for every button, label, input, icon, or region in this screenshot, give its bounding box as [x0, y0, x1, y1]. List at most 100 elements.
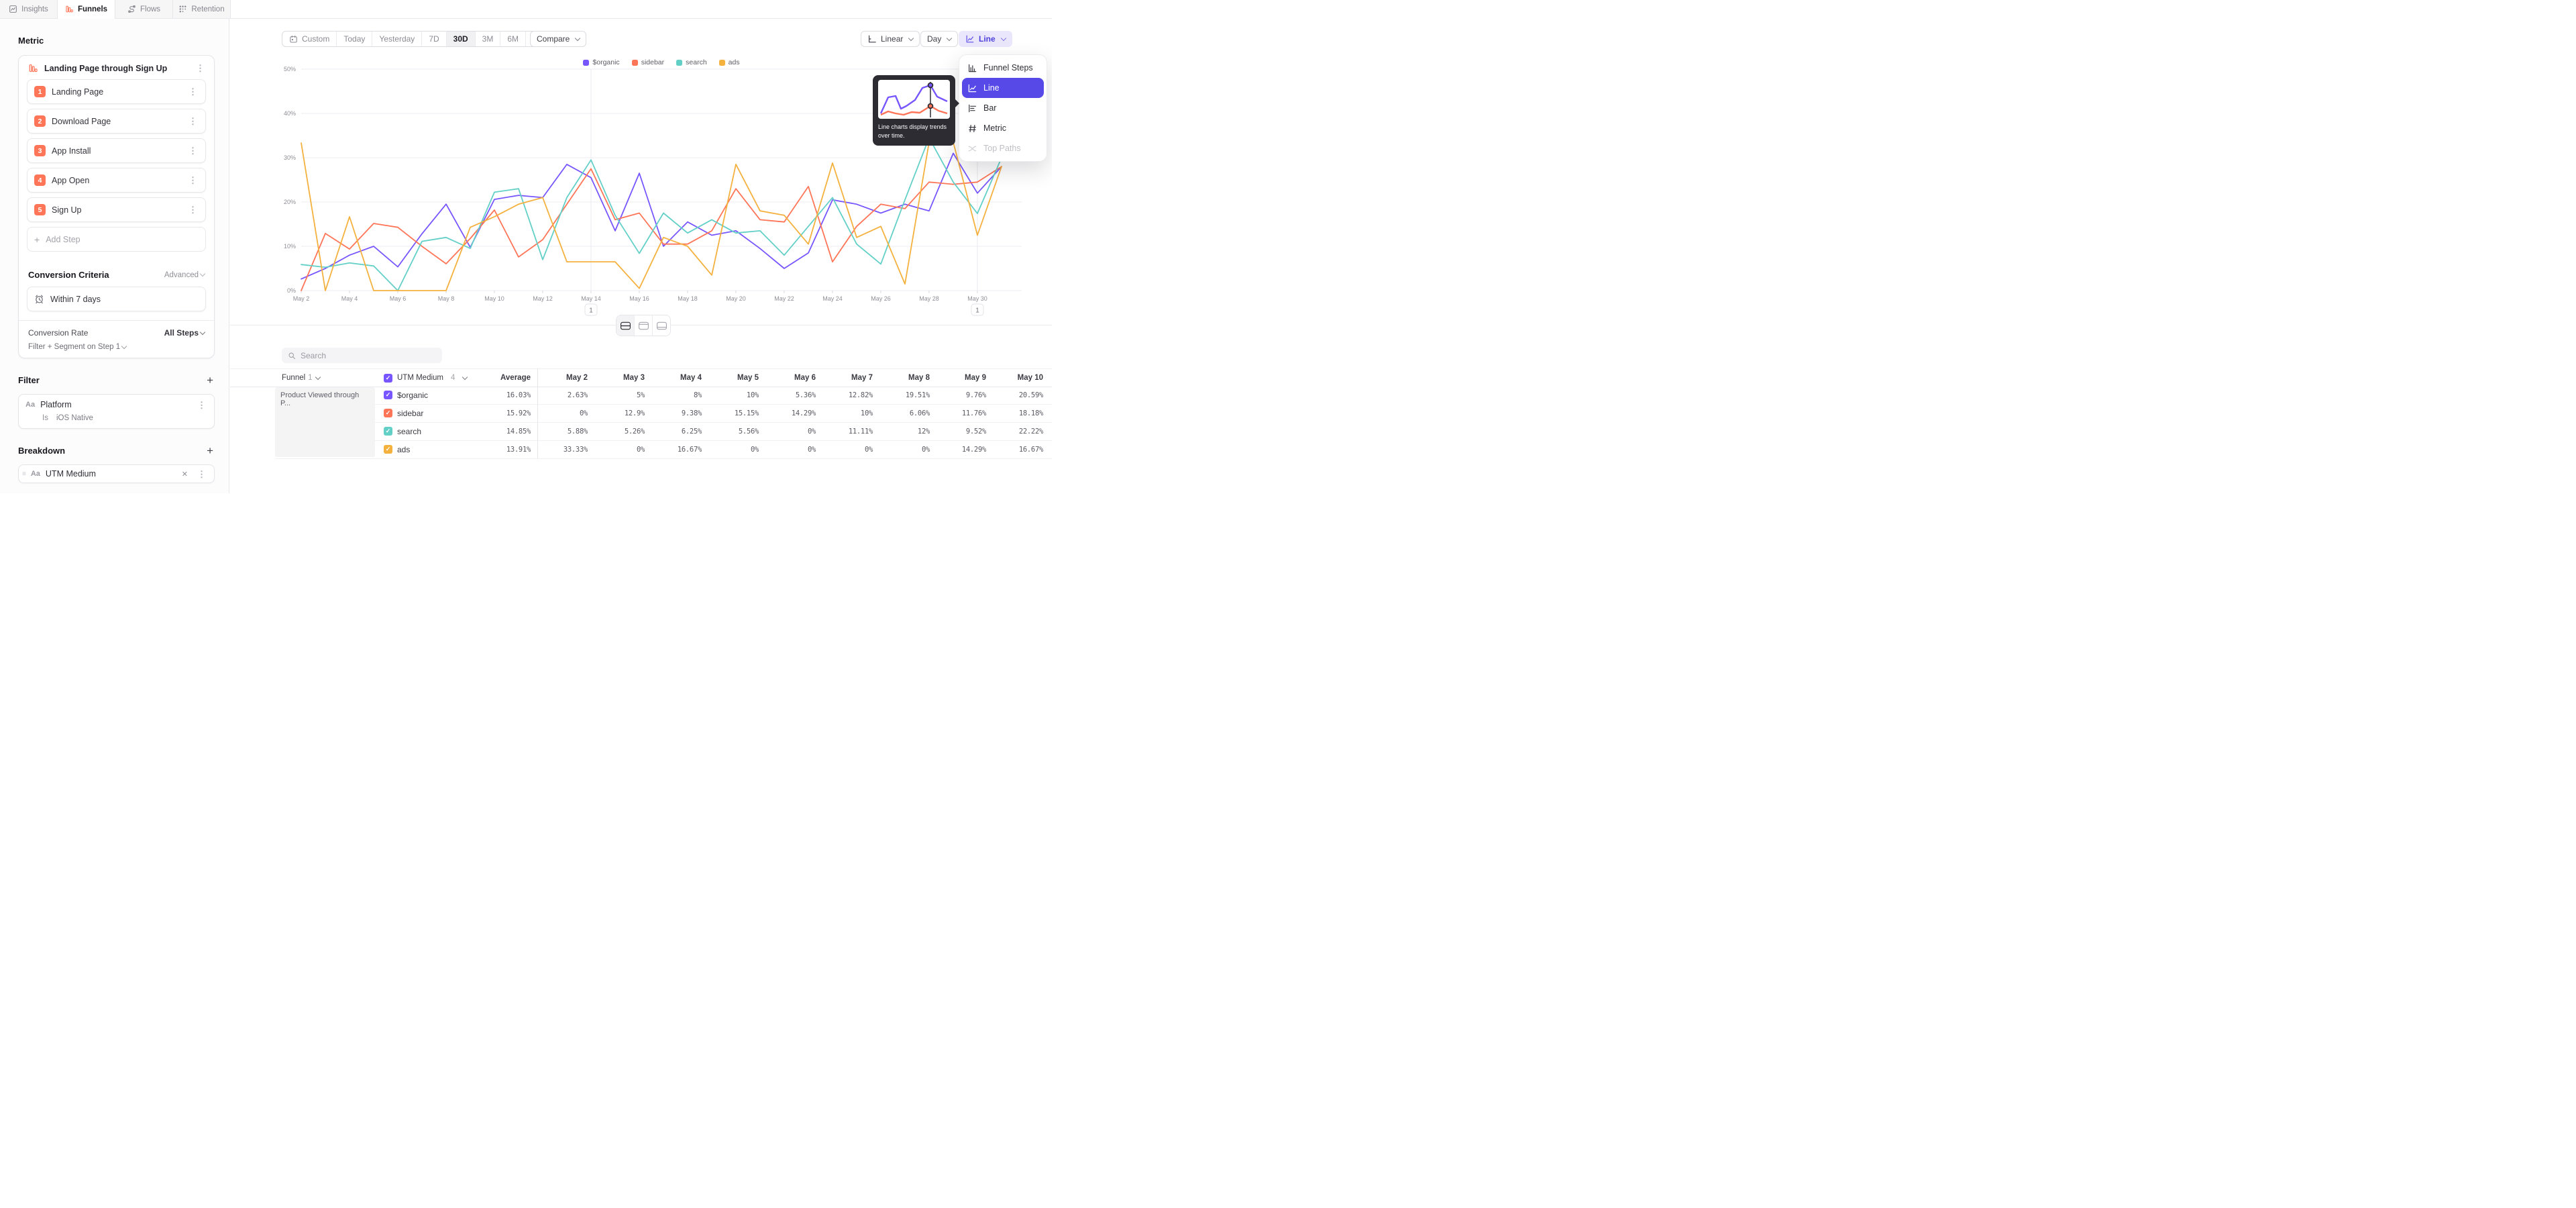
all-steps-dropdown[interactable]: All Steps — [164, 328, 205, 338]
value-cell: 9.52% — [932, 422, 986, 440]
main-panel: CustomTodayYesterday7D30D3M6M12M Compare… — [230, 18, 1052, 493]
chart-legend: $organic sidebar search ads — [301, 58, 1022, 66]
value-cell: 5.26% — [591, 422, 645, 440]
series-checkbox[interactable]: ✓ — [384, 391, 392, 399]
menu-item-bar[interactable]: Bar — [962, 98, 1044, 118]
layout-chart-view-button[interactable] — [635, 315, 653, 336]
svg-text:May 22: May 22 — [774, 295, 794, 302]
menu-item-top-paths: Top Paths — [962, 138, 1044, 158]
text-type-badge: Aa — [31, 470, 40, 478]
kebab-menu-icon[interactable]: ⋮ — [187, 117, 199, 125]
tooltip-arrow — [955, 99, 959, 107]
legend-swatch — [676, 60, 682, 66]
drag-handle-icon[interactable]: ≡ — [22, 470, 25, 478]
tab-label: Funnels — [78, 5, 107, 13]
funnel-step-4[interactable]: 4App Open⋮ — [27, 168, 206, 193]
tab-flows[interactable]: Flows — [115, 0, 173, 18]
range-6m[interactable]: 6M — [500, 32, 526, 46]
kebab-menu-icon[interactable]: ⋮ — [195, 64, 206, 72]
legend-item-sidebar[interactable]: sidebar — [632, 58, 664, 66]
range-label: Custom — [302, 34, 329, 44]
funnel-group-label: Product Viewed through P... — [280, 391, 359, 407]
step-label: Download Page — [52, 117, 181, 126]
legend-item-ads[interactable]: ads — [719, 58, 740, 66]
breakdown-column-dropdown[interactable]: ✓ UTM Medium 4 — [384, 369, 467, 387]
menu-item-line[interactable]: Line — [962, 78, 1044, 98]
remove-breakdown-button[interactable]: ✕ — [182, 470, 188, 479]
series-checkbox[interactable]: ✓ — [384, 409, 392, 417]
tooltip-mini-chart — [878, 80, 950, 119]
legend-item-organic[interactable]: $organic — [583, 58, 619, 66]
tab-insights[interactable]: Insights — [0, 0, 58, 18]
funnel-column-dropdown[interactable]: Funnel 1 — [282, 369, 320, 387]
value-cell: 12.9% — [591, 404, 645, 422]
legend-label: $organic — [592, 58, 619, 66]
funnel-step-3[interactable]: 3App Install⋮ — [27, 138, 206, 163]
date-column-header: May 5 — [705, 369, 759, 387]
tab-retention[interactable]: Retention — [173, 0, 231, 18]
menu-item-funnel-steps[interactable]: Funnel Steps — [962, 58, 1044, 78]
search-input[interactable]: Search — [282, 348, 442, 363]
value-cell: 18.18% — [989, 404, 1043, 422]
value-cell: 9.38% — [648, 404, 702, 422]
funnel-step-2[interactable]: 2Download Page⋮ — [27, 109, 206, 134]
kebab-menu-icon[interactable]: ⋮ — [187, 205, 199, 214]
funnel-title-row[interactable]: Landing Page through Sign Up ⋮ — [19, 56, 214, 79]
filter-property-name: Platform — [40, 400, 191, 409]
range-label: Yesterday — [379, 34, 415, 44]
kebab-menu-icon[interactable]: ⋮ — [187, 176, 199, 185]
range-3m[interactable]: 3M — [476, 32, 501, 46]
interval-dropdown-button[interactable]: Day — [920, 31, 958, 47]
add-breakdown-button[interactable]: + — [207, 445, 213, 456]
date-column-header: May 6 — [762, 369, 816, 387]
value-cell: 0% — [591, 440, 645, 458]
range-30d[interactable]: 30D — [447, 32, 476, 46]
funnel-step-5[interactable]: 5Sign Up⋮ — [27, 197, 206, 222]
conversion-window-row[interactable]: Within 7 days — [27, 287, 206, 311]
kebab-menu-icon[interactable]: ⋮ — [196, 401, 207, 409]
advanced-dropdown[interactable]: Advanced — [164, 271, 205, 279]
range-custom[interactable]: Custom — [282, 32, 337, 46]
filter-segment-dropdown[interactable]: Filter + Segment on Step 1 — [19, 338, 214, 352]
legend-item-search[interactable]: search — [676, 58, 707, 66]
kebab-menu-icon[interactable]: ⋮ — [196, 470, 207, 479]
filter-property-row[interactable]: Aa Platform ⋮ — [25, 400, 207, 409]
tab-label: Flows — [140, 5, 160, 13]
series-checkbox[interactable]: ✓ — [384, 445, 392, 454]
scale-dropdown-button[interactable]: Linear — [861, 31, 920, 47]
funnel-group-cell[interactable]: Product Viewed through P... — [275, 387, 375, 457]
layout-table-view-button[interactable] — [653, 315, 670, 336]
range-7d[interactable]: 7D — [422, 32, 446, 46]
range-today[interactable]: Today — [337, 32, 372, 46]
table-row-organic: ✓$organic16.03%2.63%5%8%10%5.36%12.82%19… — [275, 386, 1052, 405]
tab-funnels[interactable]: Funnels — [58, 0, 115, 18]
funnel-title: Landing Page through Sign Up — [44, 64, 189, 73]
compare-button[interactable]: Compare — [530, 31, 586, 47]
range-label: Today — [343, 34, 365, 44]
menu-item-metric[interactable]: Metric — [962, 118, 1044, 138]
series-checkbox[interactable]: ✓ — [384, 427, 392, 436]
menu-item-label: Metric — [983, 123, 1006, 133]
legend-label: sidebar — [641, 58, 664, 66]
range-yesterday[interactable]: Yesterday — [372, 32, 422, 46]
filter-condition[interactable]: Is iOS Native — [25, 409, 207, 423]
calendar-icon — [289, 35, 298, 44]
breakdown-property-row[interactable]: ≡ Aa UTM Medium ✕ ⋮ — [25, 469, 207, 479]
kebab-menu-icon[interactable]: ⋮ — [187, 87, 199, 96]
add-step-button[interactable]: + Add Step — [27, 227, 206, 252]
filter-section-header: Filter + — [18, 374, 215, 386]
chart-type-label: Line — [979, 34, 996, 44]
step-label: App Install — [52, 146, 181, 156]
svg-text:May 28: May 28 — [919, 295, 939, 302]
chevron-down-icon — [200, 271, 205, 276]
table-row-ads: ✓ads13.91%33.33%0%16.67%0%0%0%0%14.29%16… — [275, 440, 1052, 459]
tab-label: Insights — [21, 5, 48, 13]
kebab-menu-icon[interactable]: ⋮ — [187, 146, 199, 155]
value-cell: 5.88% — [534, 422, 588, 440]
add-filter-button[interactable]: + — [207, 374, 213, 386]
funnel-step-1[interactable]: 1Landing Page⋮ — [27, 79, 206, 104]
select-all-checkbox[interactable]: ✓ — [384, 374, 392, 383]
value-cell: 0% — [705, 440, 759, 458]
chart-type-dropdown-button[interactable]: Line — [959, 31, 1012, 47]
layout-split-view-button[interactable] — [616, 315, 635, 336]
